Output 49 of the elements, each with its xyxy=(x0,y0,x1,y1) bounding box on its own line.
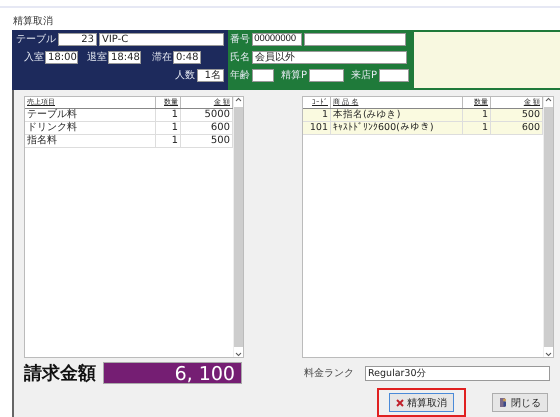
table-cell: 1 xyxy=(463,109,491,121)
table-number-field[interactable]: 23 xyxy=(58,33,97,46)
field-label: 退室 xyxy=(86,51,107,64)
table-cell: 1 xyxy=(156,135,181,147)
points-field[interactable] xyxy=(309,69,344,82)
table-cell: ドリンク料 xyxy=(25,122,156,134)
table-cell: 1 xyxy=(303,109,331,121)
close-button[interactable]: 閉じる xyxy=(492,393,548,412)
field-label: 滞在 xyxy=(151,51,172,64)
rank-field[interactable]: Regular30分 xyxy=(365,366,550,380)
points-field[interactable] xyxy=(379,69,410,82)
room-field[interactable]: VIP-C xyxy=(99,33,224,46)
scroll-down-icon xyxy=(235,352,242,357)
field-label: 入室 xyxy=(23,51,44,64)
age-field[interactable] xyxy=(252,69,274,82)
scrollbar[interactable] xyxy=(233,97,243,357)
time-field[interactable]: 18:48 xyxy=(108,51,141,64)
table-cell: 指名料 xyxy=(25,135,156,147)
scroll-up-icon xyxy=(545,97,552,102)
scroll-down-icon xyxy=(545,352,552,357)
member-name-field[interactable]: 会員以外 xyxy=(252,51,407,64)
table-cell: 1 xyxy=(156,109,181,121)
field-label: 来店P xyxy=(351,69,378,82)
time-field[interactable]: 0:48 xyxy=(173,51,201,64)
field-label: 精算P xyxy=(281,69,308,82)
total-label: 請求金額 xyxy=(24,362,97,385)
time-field[interactable]: 18:00 xyxy=(45,51,78,64)
field-label: 人数 xyxy=(174,69,195,82)
table-cell: 1 xyxy=(463,122,491,134)
scroll-up-icon xyxy=(235,97,242,102)
field-label: 氏名 xyxy=(230,51,250,64)
field-label: 年齢 xyxy=(230,69,250,82)
window-title: 精算取消 xyxy=(13,16,53,28)
member-number-field[interactable]: 00000000 xyxy=(252,33,302,46)
cancel-button[interactable]: 精算取消 xyxy=(389,393,454,412)
table-cell: 1 xyxy=(156,122,181,134)
table-cell: テーブル料 xyxy=(25,109,156,121)
table-cell: ｷｬｽﾄﾄﾞﾘﾝｸ600(みゆき) xyxy=(331,122,463,134)
scrollbar[interactable] xyxy=(543,97,553,357)
table-cell: 本指名(みゆき) xyxy=(331,109,463,121)
door-icon xyxy=(499,397,508,408)
field-label: 料金ランク xyxy=(304,366,355,380)
x-icon xyxy=(396,398,404,406)
field-label: テーブル xyxy=(16,33,56,46)
table-cell: 101 xyxy=(303,122,331,134)
people-field[interactable]: 1名 xyxy=(197,69,224,82)
input-field[interactable] xyxy=(304,33,406,46)
field-label: 番号 xyxy=(230,33,250,46)
total-amount-field: 6, 100 xyxy=(103,362,242,384)
